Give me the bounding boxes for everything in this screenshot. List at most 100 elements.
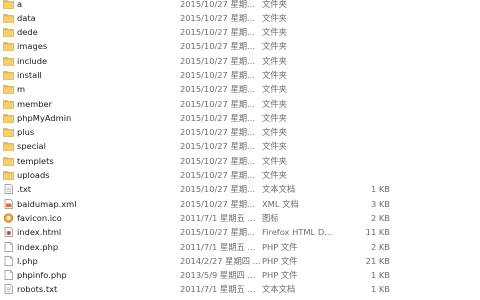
file-type: 文件夹: [262, 155, 287, 166]
file-row[interactable]: phpMyAdmin 2015/10/27 星期... 文件夹: [0, 111, 480, 125]
file-row[interactable]: member 2015/10/27 星期... 文件夹: [0, 97, 480, 111]
file-row[interactable]: .txt 2015/10/27 星期... 文本文档 1 KB: [0, 182, 480, 196]
file-date: 2015/10/27 星期...: [180, 127, 255, 138]
folder-icon: [3, 13, 14, 23]
file-type: 文件夹: [262, 55, 287, 66]
file-size: 2 KB: [370, 212, 390, 223]
file-row[interactable]: uploads 2015/10/27 星期... 文件夹: [0, 168, 480, 182]
file-type: 文件夹: [262, 12, 287, 23]
file-type: PHP 文件: [262, 255, 298, 266]
file-date: 2014/2/27 星期四 ...: [180, 255, 261, 266]
file-row[interactable]: favicon.ico 2011/7/1 星期五 ... 图标 2 KB: [0, 211, 480, 225]
text-file-icon: [3, 184, 14, 195]
file-row[interactable]: special 2015/10/27 星期... 文件夹: [0, 139, 480, 153]
php-file-icon: [3, 255, 14, 266]
php-file-icon: [3, 241, 14, 252]
file-row[interactable]: dede 2015/10/27 星期... 文件夹: [0, 25, 480, 39]
file-type: PHP 文件: [262, 241, 298, 252]
file-size: 3 KB: [370, 198, 390, 209]
file-name: install: [17, 69, 42, 80]
file-row[interactable]: images 2015/10/27 星期... 文件夹: [0, 39, 480, 53]
file-name: special: [17, 141, 46, 152]
file-date: 2015/10/27 星期...: [180, 141, 255, 152]
file-date: 2015/10/27 星期...: [180, 84, 255, 95]
file-name: templets: [17, 155, 54, 166]
folder-icon: [3, 41, 14, 52]
file-type: 文件夹: [262, 69, 287, 80]
file-name: images: [17, 41, 48, 52]
file-row[interactable]: templets 2015/10/27 星期... 文件夹: [0, 154, 480, 168]
folder-icon: [3, 156, 14, 166]
php-file-icon: [3, 270, 14, 280]
file-name: baidumap.xml: [17, 198, 77, 209]
file-type: 文件夹: [262, 84, 287, 95]
folder-icon: [3, 70, 14, 80]
folder-icon: [3, 27, 14, 37]
file-date: 2011/7/1 星期五 ...: [180, 284, 256, 295]
file-date: 2015/10/27 星期...: [180, 69, 255, 80]
file-size: 11 KB: [365, 227, 390, 238]
folder-icon: [3, 0, 14, 9]
file-row[interactable]: a 2015/10/27 星期... 文件夹: [0, 0, 480, 11]
file-row[interactable]: plus 2015/10/27 星期... 文件夹: [0, 125, 480, 139]
file-type: XML 文档: [262, 198, 299, 209]
text-file-icon: [3, 284, 14, 295]
file-date: 2015/10/27 星期...: [180, 112, 255, 123]
file-date: 2011/7/1 星期五 ...: [180, 212, 256, 223]
file-type: 文件夹: [262, 0, 287, 9]
file-date: 2015/10/27 星期...: [180, 55, 255, 66]
file-type: 文件夹: [262, 112, 287, 123]
file-size: 21 KB: [365, 255, 390, 266]
folder-icon: [3, 99, 14, 109]
file-row[interactable]: baidumap.xml 2015/10/27 星期... XML 文档 3 KB: [0, 197, 480, 211]
file-date: 2015/10/27 星期...: [180, 98, 255, 109]
file-date: 2015/10/27 星期...: [180, 170, 255, 181]
file-type: PHP 文件: [262, 270, 298, 281]
file-row[interactable]: install 2015/10/27 星期... 文件夹: [0, 68, 480, 82]
file-type: 文件夹: [262, 98, 287, 109]
file-type: 文件夹: [262, 127, 287, 138]
file-list: a 2015/10/27 星期... 文件夹 data 2015/10/27 星期...…: [0, 0, 480, 297]
file-row[interactable]: phpinfo.php 2013/5/9 星期四 ... PHP 文件 1 KB: [0, 268, 480, 282]
file-date: 2015/10/27 星期...: [180, 198, 255, 209]
file-name: a: [17, 0, 23, 9]
folder-icon: [3, 56, 14, 66]
file-row[interactable]: index.php 2011/7/1 星期五 ... PHP 文件 2 KB: [0, 240, 480, 254]
folder-icon: [3, 141, 14, 152]
file-row[interactable]: data 2015/10/27 星期... 文件夹: [0, 11, 480, 25]
file-name: m: [17, 84, 26, 95]
file-type: 文件夹: [262, 170, 287, 181]
file-name: dede: [17, 27, 38, 38]
file-date: 2015/10/27 星期...: [180, 227, 255, 238]
file-name: l.php: [17, 255, 38, 266]
file-type: 文件夹: [262, 41, 287, 52]
file-date: 2015/10/27 星期...: [180, 155, 255, 166]
file-date: 2011/7/1 星期五 ...: [180, 241, 256, 252]
file-date: 2015/10/27 星期...: [180, 184, 255, 195]
file-row[interactable]: l.php 2014/2/27 星期四 ... PHP 文件 21 KB: [0, 254, 480, 268]
file-row[interactable]: index.html 2015/10/27 星期... Firefox HTML D…: [0, 225, 480, 239]
file-type: 文件夹: [262, 141, 287, 152]
file-name: index.php: [17, 241, 59, 252]
file-name: robots.txt: [17, 284, 58, 295]
file-row[interactable]: m 2015/10/27 星期... 文件夹: [0, 82, 480, 96]
file-name: phpMyAdmin: [17, 112, 72, 123]
folder-icon: [3, 84, 14, 95]
file-date: 2015/10/27 星期...: [180, 41, 255, 52]
file-name: member: [17, 98, 53, 109]
file-name: favicon.ico: [17, 212, 62, 223]
file-size: 2 KB: [370, 241, 390, 252]
file-type: 文件夹: [262, 27, 287, 38]
file-row[interactable]: include 2015/10/27 星期... 文件夹: [0, 54, 480, 68]
file-row[interactable]: robots.txt 2011/7/1 星期五 ... 文本文档 1 KB: [0, 282, 480, 296]
file-name: index.html: [17, 227, 62, 238]
folder-icon: [3, 127, 14, 137]
folder-icon: [3, 170, 14, 180]
file-name: .txt: [17, 184, 32, 195]
file-type: 文本文档: [262, 184, 296, 195]
file-name: data: [17, 12, 36, 23]
html-file-icon: [3, 227, 14, 238]
file-size: 1 KB: [370, 184, 390, 195]
file-size: 1 KB: [370, 284, 390, 295]
file-type: 文本文档: [262, 284, 296, 295]
